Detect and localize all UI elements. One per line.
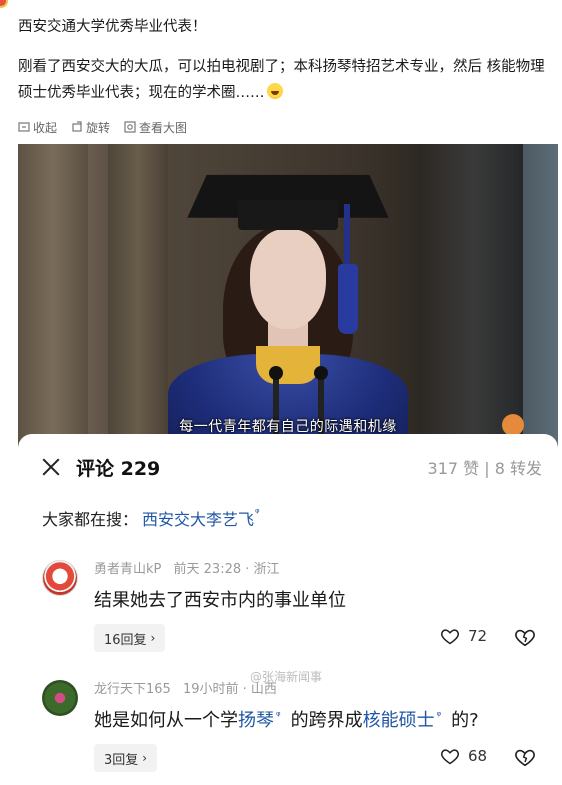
like-button[interactable]: 68 — [440, 746, 487, 766]
rotate-button[interactable]: 旋转 — [71, 119, 110, 136]
comment-keyword-link[interactable]: 核能硕士 — [363, 710, 435, 731]
post-stats: 317 赞 | 8 转发 — [427, 459, 542, 478]
background-pillar — [523, 144, 558, 444]
chevron-right-icon: › — [142, 751, 148, 765]
comment-location: · 山西 — [242, 682, 277, 697]
comment-meta: 龙行天下165 19小时前 · 山西 — [94, 678, 277, 697]
video-frame: 每一代青年都有自己的际遇和机缘 — [18, 144, 558, 454]
like-count: 72 — [468, 627, 488, 645]
collapse-icon — [18, 122, 30, 132]
comment-author[interactable]: 龙行天下165 — [94, 682, 171, 697]
replies-count: 16回复 — [104, 632, 147, 648]
heart-icon — [441, 749, 459, 765]
like-count: 68 — [468, 747, 488, 765]
comment-text-part: 的? — [451, 710, 479, 731]
comment-text: 结果她去了西安市内的事业单位 — [94, 590, 346, 611]
heart-icon — [441, 629, 459, 645]
graduate-speaker — [168, 164, 408, 454]
comments-header: 评论 229 317 赞 | 8 转发 — [42, 452, 542, 482]
rotate-label: 旋转 — [86, 120, 111, 135]
view-large-button[interactable]: 查看大图 — [124, 119, 187, 136]
post-title-line: 西安交通大学优秀毕业代表！ — [18, 19, 207, 35]
trending-search: 大家都在搜： 西安交大李艺飞 ᵠ — [42, 506, 260, 530]
gown-collar — [256, 346, 320, 384]
chevron-right-icon: › — [150, 631, 156, 645]
comment-time: 前天 23:28 — [173, 562, 242, 577]
comment-text-part: 她是如何从一个学 — [94, 710, 238, 731]
video-subtitle: 每一代青年都有自己的际遇和机缘 — [179, 419, 397, 435]
search-term-link[interactable]: 西安交大李艺飞 — [142, 506, 254, 530]
comment-time: 19小时前 — [182, 682, 239, 697]
background-pillar — [18, 144, 88, 444]
cap-base — [238, 200, 338, 230]
search-icon: ᵠ — [255, 505, 260, 519]
rotate-icon — [72, 121, 82, 132]
collect-button[interactable]: 收起 — [18, 119, 57, 136]
background-pillar — [108, 144, 168, 444]
close-icon[interactable] — [42, 458, 60, 476]
comment-author[interactable]: 勇者青山kP — [94, 562, 161, 577]
comment-meta: 勇者青山kP 前天 23:28 · 浙江 — [94, 558, 280, 577]
comment-text: 她是如何从一个学扬琴 ᵠ 的跨界成核能硕士 ᵠ 的? — [94, 706, 479, 732]
search-icon: ᵠ — [276, 709, 281, 722]
comment-location: · 浙江 — [245, 562, 280, 577]
collect-label: 收起 — [33, 120, 58, 135]
comment-keyword-link[interactable]: 扬琴 — [238, 710, 274, 731]
comment-text-part: 的跨界成 — [290, 710, 363, 731]
like-button[interactable]: 72 — [440, 626, 487, 646]
avatar[interactable] — [42, 680, 78, 716]
microphone-icon — [314, 366, 328, 380]
background-figure — [502, 414, 524, 436]
post-text: 西安交通大学优秀毕业代表！ 刚看了西安交大的大瓜，可以拍电视剧了；本科扬琴特招艺… — [18, 14, 548, 106]
image-actions-bar: 收起 旋转 查看大图 — [18, 118, 187, 136]
replies-count: 3回复 — [104, 752, 139, 768]
avatar[interactable] — [42, 560, 78, 596]
view-large-label: 查看大图 — [139, 120, 188, 135]
cap-tassel-end — [338, 264, 358, 334]
replies-button[interactable]: 3回复 › — [94, 744, 158, 772]
comments-title: 评论 229 — [76, 457, 161, 480]
microphone-icon — [269, 366, 283, 380]
post-image[interactable]: 每一代青年都有自己的际遇和机缘 评论 229 317 赞 | 8 转发 大家都在… — [18, 144, 558, 785]
background-pillar — [418, 144, 528, 444]
comments-panel: 评论 229 317 赞 | 8 转发 大家都在搜： 西安交大李艺飞 ᵠ 勇者青… — [18, 434, 558, 785]
speaker-face — [250, 229, 326, 329]
search-label: 大家都在搜： — [42, 510, 139, 529]
author-avatar[interactable] — [0, 0, 8, 8]
replies-button[interactable]: 16回复 › — [94, 624, 166, 652]
post-body: 刚看了西安交大的大瓜，可以拍电视剧了；本科扬琴特招艺术专业，然后 核能物理硕士优… — [18, 54, 548, 106]
zoom-icon — [124, 121, 136, 133]
broken-heart-icon[interactable] — [514, 626, 536, 648]
broken-heart-icon[interactable] — [514, 746, 536, 768]
search-icon: ᵠ — [436, 709, 442, 722]
laughing-emoji-icon — [266, 83, 283, 99]
